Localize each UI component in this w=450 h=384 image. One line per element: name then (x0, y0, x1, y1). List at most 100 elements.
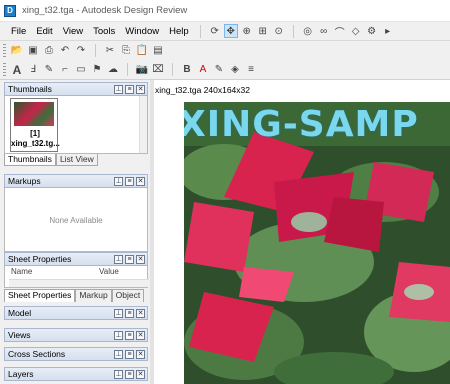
cross-sections-panel-title: Cross Sections (8, 349, 66, 359)
menu-separator (199, 24, 201, 38)
tab-markup[interactable]: Markup (75, 289, 112, 302)
text-format-icon[interactable]: Ⅎ (26, 63, 40, 77)
pin-icon[interactable]: ⊥ (114, 254, 123, 264)
pin-icon[interactable]: ⊥ (114, 369, 123, 379)
link-icon[interactable]: ∞ (317, 24, 331, 38)
print-icon[interactable]: ⎙ (42, 44, 56, 58)
pan-icon[interactable]: ✥ (223, 24, 238, 38)
pin-icon[interactable]: ⊥ (114, 176, 123, 186)
menu-file[interactable]: File (6, 26, 31, 37)
column-header-name[interactable]: Name (11, 267, 99, 276)
markup-toolbar: A Ⅎ ✎ ⌐ ▭ ⚑ ☁ 📷 ⌧ B A ✎ ◈ ≡ (0, 60, 450, 80)
markups-panel-title: Markups (8, 176, 41, 186)
tab-list-view[interactable]: List View (55, 154, 98, 166)
properties-tabs: Sheet Properties Markup Object (4, 289, 145, 302)
line-tool-icon[interactable]: ⌐ (58, 63, 72, 77)
menu-bar: File Edit View Tools Window Help ⟳ ✥ ⊕ ⊞… (0, 22, 450, 41)
font-color-icon[interactable]: A (196, 63, 210, 77)
close-icon[interactable]: ✕ (136, 369, 145, 379)
sheet-properties-header[interactable]: Sheet Properties ⊥ ≡ ✕ (4, 252, 148, 266)
menu-icon[interactable]: ≡ (125, 308, 134, 318)
paste-icon[interactable]: 📋 (135, 44, 149, 58)
measure-icon[interactable]: ⌒ (333, 24, 347, 39)
save-icon[interactable]: ▣ (26, 44, 40, 58)
text-tool-icon[interactable]: A (10, 63, 24, 77)
thumbnail-filename: xing_t32.tg... (11, 139, 60, 148)
zoom-rectangle-icon[interactable]: ⊞ (256, 24, 270, 38)
toolbar-grip[interactable] (3, 43, 6, 58)
markups-panel-header[interactable]: Markups ⊥ ≡ ✕ (4, 174, 148, 188)
markups-empty-text: None Available (49, 216, 103, 225)
menu-icon[interactable]: ≡ (125, 369, 134, 379)
menu-window[interactable]: Window (120, 26, 164, 37)
menu-tools[interactable]: Tools (88, 26, 120, 37)
menu-view[interactable]: View (58, 26, 88, 37)
refresh-icon[interactable]: ⟳ (208, 24, 222, 38)
close-icon[interactable]: ✕ (136, 308, 145, 318)
camera-icon[interactable]: 📷 (135, 63, 149, 77)
properties-hscrollbar[interactable] (9, 279, 149, 287)
cross-sections-panel-header[interactable]: Cross Sections ⊥ ≡ ✕ (4, 347, 148, 361)
title-bar: D xing_t32.tga - Autodesk Design Review (0, 0, 450, 22)
image-view[interactable]: XING-SAMP (184, 102, 450, 384)
pen-color-icon[interactable]: ✎ (212, 63, 226, 77)
pin-icon[interactable]: ⊥ (114, 84, 123, 94)
tab-thumbnails[interactable]: Thumbnails (4, 154, 56, 166)
zoom-icon[interactable]: ⊕ (240, 24, 254, 38)
close-icon[interactable]: ✕ (136, 254, 145, 264)
undo-icon[interactable]: ↶ (58, 44, 72, 58)
thumbnails-scrollbar[interactable] (139, 96, 147, 153)
shape-tool-icon[interactable]: ▭ (74, 63, 88, 77)
cloud-tool-icon[interactable]: ☁ (106, 63, 120, 77)
views-panel-title: Views (8, 330, 31, 340)
fill-color-icon[interactable]: ◈ (228, 63, 242, 77)
menu-icon[interactable]: ≡ (125, 176, 134, 186)
tab-object[interactable]: Object (111, 289, 145, 302)
close-icon[interactable]: ✕ (136, 330, 145, 340)
tab-sheet-properties[interactable]: Sheet Properties (4, 289, 76, 302)
section-icon[interactable]: ◇ (349, 24, 363, 38)
sheet-properties-body: Name Value (4, 266, 149, 288)
redo-icon[interactable]: ↷ (74, 44, 88, 58)
cut-icon[interactable]: ✂ (103, 44, 117, 58)
menu-icon[interactable]: ≡ (125, 349, 134, 359)
toolbar-separator (95, 44, 96, 57)
image-caption-text: XING-SAMP (184, 104, 419, 145)
menu-icon[interactable]: ≡ (125, 330, 134, 340)
column-header-value[interactable]: Value (99, 267, 119, 276)
more-icon[interactable]: ▸ (381, 24, 395, 38)
pin-icon[interactable]: ⊥ (114, 349, 123, 359)
close-icon[interactable]: ✕ (136, 176, 145, 186)
screenshot-icon[interactable]: ⌧ (151, 63, 165, 77)
close-icon[interactable]: ✕ (136, 84, 145, 94)
close-icon[interactable]: ✕ (136, 349, 145, 359)
toolbar-separator (127, 63, 128, 76)
orbit-icon[interactable]: ◎ (301, 24, 315, 38)
pin-icon[interactable]: ⊥ (114, 308, 123, 318)
zoom-fit-icon[interactable]: ⊙ (272, 24, 286, 38)
toolbar-grip[interactable] (3, 62, 6, 77)
stamp-tool-icon[interactable]: ⚑ (90, 63, 104, 77)
thumbnails-panel-header[interactable]: Thumbnails ⊥ ≡ ✕ (4, 82, 148, 96)
menu-edit[interactable]: Edit (31, 26, 57, 37)
bold-icon[interactable]: B (180, 63, 194, 77)
left-panel: Thumbnails ⊥ ≡ ✕ [1] xing_t32.tg... Thum… (0, 80, 150, 384)
menu-icon[interactable]: ≡ (125, 254, 134, 264)
pin-icon[interactable]: ⊥ (114, 330, 123, 340)
menu-icon[interactable]: ≡ (125, 84, 134, 94)
thumbnails-tabs: Thumbnails List View (4, 154, 98, 166)
menu-help[interactable]: Help (164, 26, 194, 37)
views-panel-header[interactable]: Views ⊥ ≡ ✕ (4, 328, 148, 342)
thumbnail-card[interactable]: [1] xing_t32.tg... (10, 98, 60, 152)
copy-icon[interactable]: ⎘ (119, 44, 133, 58)
sheet-properties-title: Sheet Properties (8, 254, 72, 264)
gear-icon[interactable]: ⚙ (365, 24, 379, 38)
pen-tool-icon[interactable]: ✎ (42, 63, 56, 77)
line-weight-icon[interactable]: ≡ (244, 63, 258, 77)
app-window: D xing_t32.tga - Autodesk Design Review … (0, 0, 450, 384)
layers-panel-header[interactable]: Layers ⊥ ≡ ✕ (4, 367, 148, 381)
model-panel-header[interactable]: Model ⊥ ≡ ✕ (4, 306, 148, 320)
open-icon[interactable]: 📂 (10, 44, 24, 58)
document-canvas-area[interactable]: xing_t32.tga 240x164x32 XING-SAMP (154, 80, 450, 384)
copy-image-icon[interactable]: ▤ (151, 44, 165, 58)
